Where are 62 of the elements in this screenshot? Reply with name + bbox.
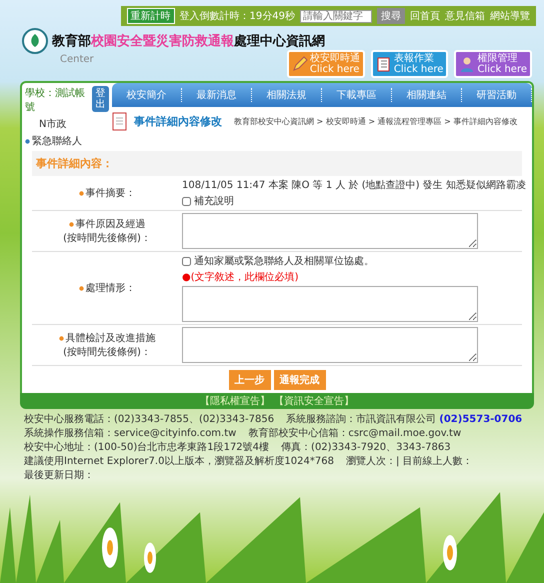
footer-link[interactable]: 【資訊安全宣告】 <box>274 394 354 408</box>
logout-button[interactable]: 登出 <box>92 86 109 112</box>
person-icon <box>459 56 476 72</box>
field-label: 處理情形： <box>78 281 136 295</box>
site-title: 教育部校園安全暨災害防救通報處理中心資訊網 <box>52 32 325 50</box>
field-label: 具體檢討及改進措施 <box>58 331 156 345</box>
ministry-logo <box>22 28 48 54</box>
shortcut-button[interactable]: 權限管理 Click here <box>454 50 532 78</box>
text-area[interactable] <box>182 286 478 322</box>
contact-info: 校安中心服務電話：(02)3343-7855、(02)3343-7856 <box>24 412 274 426</box>
footer-link[interactable]: 【隱私權宣告】 <box>200 394 270 408</box>
site-stats: 最後更新日期： <box>24 468 94 482</box>
page-title: 事件詳細內容修改 <box>134 114 222 128</box>
nav-item[interactable]: 校安簡介 <box>112 88 182 102</box>
top-link[interactable]: 回首頁 <box>410 9 440 23</box>
text-area[interactable] <box>182 327 478 363</box>
nav-item[interactable]: 最新消息 <box>182 88 252 102</box>
unit-text: N市政 <box>38 118 68 131</box>
notepad-icon <box>112 111 128 131</box>
required-note: ●(文字敘述，此欄位必填) <box>182 270 300 284</box>
field-label: 事件摘要： <box>78 186 136 200</box>
nav-item[interactable]: 相關法規 <box>252 88 322 102</box>
top-link[interactable]: 意見信箱 <box>445 9 485 23</box>
contact-info: 系統服務諮詢：市訊資訊有限公司 (02)5573-0706 <box>286 412 522 426</box>
section-heading: 事件詳細內容： <box>36 156 114 171</box>
summary-text: 108/11/05 11:47 本案 陳O 等 1 人 於 (地點查證中) 發生 知悉疑似網路霸凌 <box>182 178 526 192</box>
sidebar-item[interactable]: 緊急聯絡人 <box>25 134 109 148</box>
checkbox-option[interactable]: 通知家屬或緊急聯絡人及相關單位協處。 <box>182 254 522 268</box>
nav-item[interactable]: 相關連結 <box>392 88 462 102</box>
bullet-icon <box>25 138 30 144</box>
contact-info: 教育部校安中心信箱：csrc@mail.moe.gov.tw <box>248 426 462 440</box>
bullet-icon <box>78 286 84 290</box>
book-icon <box>376 56 392 72</box>
contact-info: 傳真：(02)3343-7920、3343-7863 <box>281 440 451 454</box>
contact-info: 系統操作服務信箱：service@cityinfo.com.tw <box>24 426 236 440</box>
school-text: 學校：測試帳號 <box>25 86 86 114</box>
reset-timer-button[interactable]: 重新計時 <box>126 8 175 24</box>
search-button[interactable]: 搜尋 <box>377 8 405 24</box>
breadcrumb: 教育部校安中心資訊網 > 校安即時通 > 通報流程管理專區 > 事件詳細內容修改 <box>234 116 518 126</box>
checkbox[interactable] <box>182 256 191 266</box>
form-button[interactable]: 通報完成 <box>274 370 326 390</box>
field-label: 事件原因及經過 <box>68 217 146 231</box>
bullet-icon <box>78 190 84 196</box>
bullet-icon <box>68 222 74 226</box>
field-sublabel: (按時間先後條例)： <box>63 346 151 359</box>
site-subtitle: Center <box>60 54 94 65</box>
bullet-icon <box>58 336 64 340</box>
countdown-text: 登入倒數計時：19分49秒 <box>180 10 295 23</box>
browser-note: 建議使用Internet Explorer7.0以上版本，瀏覽器及解析度1024*768 <box>24 454 334 468</box>
top-link[interactable]: 網站導覽 <box>490 9 530 23</box>
shortcut-button[interactable]: 校安即時通 Click here <box>286 50 365 78</box>
pencil-icon <box>292 56 308 72</box>
site-stats: 瀏覽人次：| 目前線上人數： <box>346 454 473 468</box>
nav-item[interactable]: 研習活動 <box>462 88 532 102</box>
nav-item[interactable]: 下載專區 <box>322 88 392 102</box>
text-area[interactable] <box>182 213 478 249</box>
checkbox-option[interactable]: 補充說明 <box>182 194 526 208</box>
contact-info: 校安中心地址：(100-50)台北市忠孝東路1段172號4樓 <box>24 440 270 454</box>
field-sublabel: (按時間先後條例)： <box>63 232 151 245</box>
form-button[interactable]: 上一步 <box>228 370 270 390</box>
shortcut-button[interactable]: 表報作業 Click here <box>370 50 448 78</box>
checkbox[interactable] <box>182 196 191 206</box>
